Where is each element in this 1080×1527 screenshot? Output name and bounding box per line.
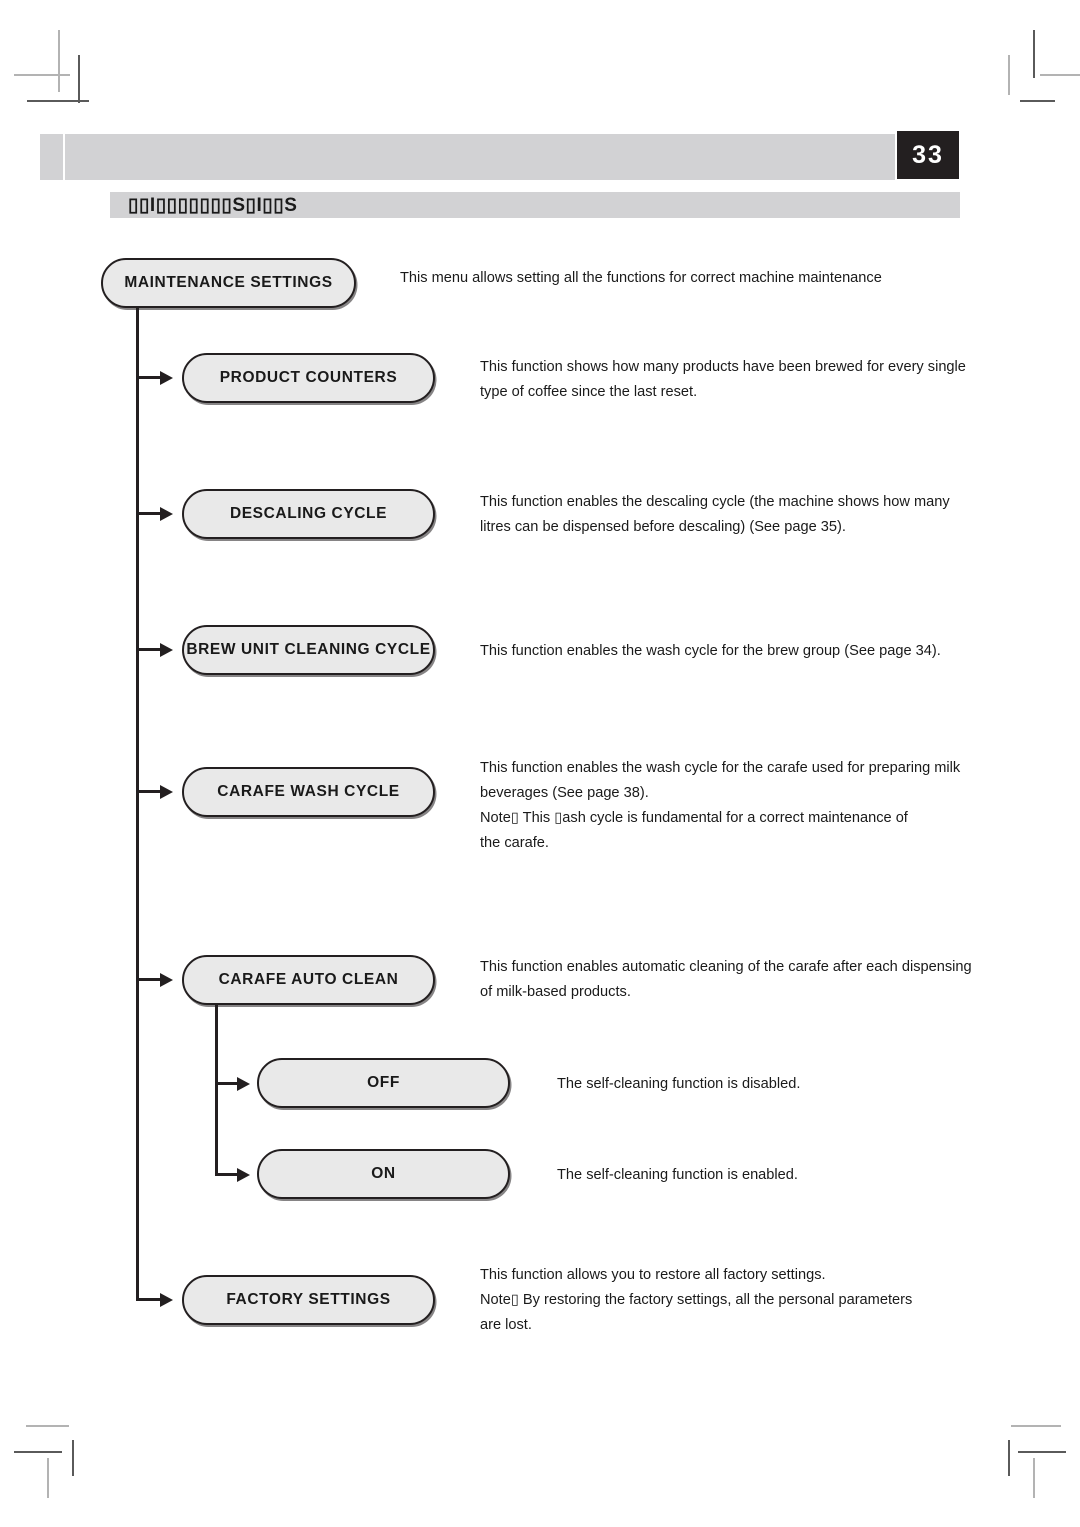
desc-product-counters: This function shows how many products ha… xyxy=(480,359,966,400)
branch-line-carafe-wash-cycle xyxy=(136,790,162,793)
trunk-elbow-factory-settings xyxy=(136,1298,162,1301)
crop-mark-left-top-inner xyxy=(27,100,89,102)
subtrunk-line-carafe-auto-clean xyxy=(215,1005,218,1175)
arrow-off xyxy=(237,1077,250,1091)
arrow-carafe-auto-clean xyxy=(160,973,173,987)
branch-line-off xyxy=(215,1082,239,1085)
subtrunk-top-carafe-auto-clean xyxy=(215,1005,217,1008)
crop-mark-bottom-right-outer xyxy=(1033,1458,1035,1498)
node-brew-unit-cleaning-cycle[interactable]: BREW UNIT CLEANING CYCLE xyxy=(182,625,435,675)
node-product-counters[interactable]: PRODUCT COUNTERS xyxy=(182,353,435,403)
node-carafe-auto-clean[interactable]: CARAFE AUTO CLEAN xyxy=(182,955,435,1005)
header-band xyxy=(40,134,895,180)
node-carafe-auto-clean-off[interactable]: OFF xyxy=(257,1058,510,1108)
crop-mark-top-left-outer xyxy=(58,30,60,92)
crop-mark-top-left-inner xyxy=(78,55,80,103)
header-band-divider xyxy=(63,134,65,180)
crop-mark-right-bottom-outer xyxy=(1011,1425,1061,1427)
branch-line-product-counters xyxy=(136,376,162,379)
crop-mark-left-bottom-outer xyxy=(26,1425,69,1427)
node-factory-settings[interactable]: FACTORY SETTINGS xyxy=(182,1275,435,1325)
crop-mark-bottom-right-inner xyxy=(1008,1440,1010,1476)
crop-mark-right-top-outer xyxy=(1040,74,1080,76)
crop-mark-bottom-left-inner xyxy=(72,1440,74,1476)
branch-line-descaling-cycle xyxy=(136,512,162,515)
desc-carafe-auto-clean-on: The self-cleaning function is enabled. xyxy=(557,1167,798,1183)
arrow-factory-settings xyxy=(160,1293,173,1307)
page-title: ▯▯I▯▯▯▯▯▯▯S▯I▯▯S xyxy=(128,194,298,216)
arrow-descaling-cycle xyxy=(160,507,173,521)
crop-mark-top-right-inner xyxy=(1033,30,1035,78)
arrow-on xyxy=(237,1168,250,1182)
arrow-product-counters xyxy=(160,371,173,385)
branch-line-on xyxy=(215,1173,239,1176)
branch-line-brew-unit-cleaning-cycle xyxy=(136,648,162,651)
node-maintenance-settings[interactable]: MAINTENANCE SETTINGS xyxy=(101,258,356,308)
trunk-line-main xyxy=(136,308,139,1301)
crop-mark-left-top-outer xyxy=(14,74,70,76)
desc-descaling-cycle: This function enables the descaling cycl… xyxy=(480,494,950,535)
arrow-brew-unit-cleaning-cycle xyxy=(160,643,173,657)
crop-mark-top-right-outer xyxy=(1008,55,1010,95)
arrow-carafe-wash-cycle xyxy=(160,785,173,799)
crop-mark-right-bottom-inner xyxy=(1018,1451,1066,1453)
desc-factory-settings: This function allows you to restore all … xyxy=(480,1267,913,1333)
manual-page: 33 ▯▯I▯▯▯▯▯▯▯S▯I▯▯S MAINTENANCE SETTINGS… xyxy=(0,0,1080,1527)
node-carafe-auto-clean-on[interactable]: ON xyxy=(257,1149,510,1199)
desc-carafe-wash-cycle: This function enables the wash cycle for… xyxy=(480,760,961,851)
desc-maintenance-settings: This menu allows setting all the functio… xyxy=(400,270,882,286)
node-carafe-wash-cycle[interactable]: CARAFE WASH CYCLE xyxy=(182,767,435,817)
desc-carafe-auto-clean-off: The self-cleaning function is disabled. xyxy=(557,1076,801,1092)
crop-mark-left-bottom-inner xyxy=(14,1451,62,1453)
crop-mark-right-top-inner xyxy=(1020,100,1055,102)
branch-line-carafe-auto-clean xyxy=(136,978,162,981)
page-number-badge: 33 xyxy=(897,131,959,179)
desc-brew-unit-cleaning-cycle: This function enables the wash cycle for… xyxy=(480,643,941,659)
node-descaling-cycle[interactable]: DESCALING CYCLE xyxy=(182,489,435,539)
desc-carafe-auto-clean: This function enables automatic cleaning… xyxy=(480,959,972,1000)
crop-mark-bottom-left-outer xyxy=(47,1458,49,1498)
